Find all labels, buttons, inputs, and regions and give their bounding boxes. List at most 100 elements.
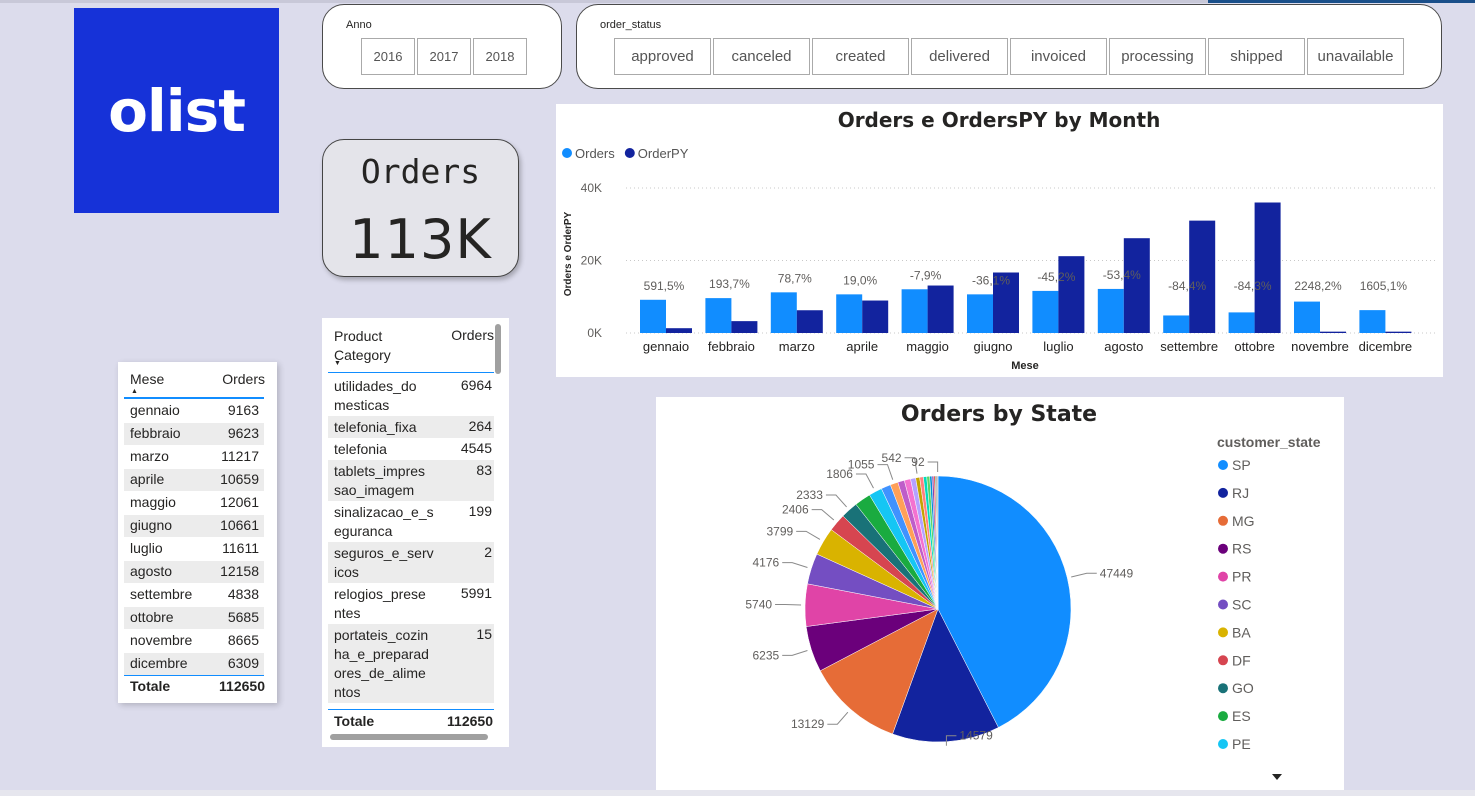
legend-label-RJ[interactable]: RJ xyxy=(1232,485,1249,501)
cell-mese: giugno xyxy=(130,517,173,533)
cell-category-line: tablets_impres xyxy=(334,463,426,479)
anno-option-2017[interactable]: 2017 xyxy=(417,38,471,75)
status-option-shipped[interactable]: shipped xyxy=(1208,38,1305,75)
header-divider xyxy=(328,372,494,373)
vertical-scrollbar[interactable] xyxy=(495,324,501,374)
table-row[interactable]: ottobre 5685 xyxy=(124,607,264,629)
status-option-processing[interactable]: processing xyxy=(1109,38,1206,75)
pie-leader-line xyxy=(825,494,847,508)
status-option-approved[interactable]: approved xyxy=(614,38,711,75)
bar-OrderPY-luglio[interactable] xyxy=(1058,256,1085,333)
legend-label-MG[interactable]: MG xyxy=(1232,513,1255,529)
pie-data-label: 5740 xyxy=(745,598,772,612)
legend-marker-BA xyxy=(1218,627,1228,638)
legend-label-DF[interactable]: DF xyxy=(1232,652,1251,668)
category-table-header[interactable]: Product Category Orders xyxy=(334,327,494,363)
cell-orders: 10659 xyxy=(220,471,259,487)
horizontal-scrollbar[interactable] xyxy=(330,734,488,740)
table-row[interactable]: aprile 10659 xyxy=(124,469,264,491)
sort-descending-icon[interactable]: ▼ xyxy=(334,360,341,367)
bar-OrderPY-marzo[interactable] xyxy=(796,310,823,333)
bar-Orders-agosto[interactable] xyxy=(1097,288,1124,333)
month-orders-table[interactable]: Mese Orders ▲ gennaio 9163 febbraio 9623 marzo 1… xyxy=(118,362,277,703)
cell-mese: maggio xyxy=(130,494,176,510)
table-row[interactable]: marzo 11217 xyxy=(124,446,264,468)
legend-label-Orders[interactable]: Orders xyxy=(575,146,615,161)
table-row[interactable]: settembre 4838 xyxy=(124,584,264,606)
cell-category-line: telefonia_fixa xyxy=(334,419,417,435)
header-mese[interactable]: Mese xyxy=(130,371,164,387)
bar-Orders-marzo[interactable] xyxy=(770,292,797,333)
legend-label-ES[interactable]: ES xyxy=(1232,708,1251,724)
table-row[interactable]: dicembre 6309 xyxy=(124,653,264,675)
product-category-table[interactable]: Product Category Orders ▼ utilidades_do mest… xyxy=(322,318,509,747)
sort-ascending-icon[interactable]: ▲ xyxy=(131,388,138,395)
legend-label-SC[interactable]: SC xyxy=(1232,597,1251,613)
status-option-invoiced[interactable]: invoiced xyxy=(1010,38,1107,75)
table-row[interactable]: relogios_prese ntes 5991 xyxy=(328,583,494,624)
bar-Orders-giugno[interactable] xyxy=(967,294,993,333)
legend-marker-RJ xyxy=(1218,487,1228,498)
header-product-category[interactable]: Product Category xyxy=(334,327,404,365)
bar-OrderPY-dicembre[interactable] xyxy=(1385,331,1412,333)
bar-Orders-settembre[interactable] xyxy=(1163,315,1190,333)
bar-Orders-luglio[interactable] xyxy=(1032,290,1059,333)
legend-label-BA[interactable]: BA xyxy=(1232,624,1251,640)
status-option-created[interactable]: created xyxy=(812,38,909,75)
bar-OrderPY-ottobre[interactable] xyxy=(1254,202,1281,334)
orders-by-state-chart[interactable]: Orders by State 47449 14579 13129 6235 5740 41… xyxy=(656,397,1344,790)
bar-Orders-maggio[interactable] xyxy=(901,289,928,333)
legend-label-RS[interactable]: RS xyxy=(1232,541,1251,557)
bar-Orders-gennaio[interactable] xyxy=(640,299,666,333)
orders-by-month-chart[interactable]: Orders e OrdersPY by Month Orders OrderPY 0… xyxy=(556,104,1443,377)
legend-label-PE[interactable]: PE xyxy=(1232,736,1251,752)
bar-OrderPY-febbraio[interactable] xyxy=(731,321,758,333)
table-row[interactable]: utilidades_do mesticas 6964 xyxy=(328,375,494,416)
bar-OrderPY-maggio[interactable] xyxy=(927,285,954,333)
cell-mese: gennaio xyxy=(130,402,180,418)
bar-OrderPY-aprile[interactable] xyxy=(862,300,889,333)
header-orders[interactable]: Orders xyxy=(222,371,265,387)
legend-label-PR[interactable]: PR xyxy=(1232,569,1251,585)
anno-option-2016[interactable]: 2016 xyxy=(361,38,415,75)
bar-Orders-aprile[interactable] xyxy=(836,294,863,333)
status-option-unavailable[interactable]: unavailable xyxy=(1307,38,1404,75)
bar-Orders-novembre[interactable] xyxy=(1294,301,1320,333)
anno-option-2018[interactable]: 2018 xyxy=(473,38,527,75)
bar-OrderPY-novembre[interactable] xyxy=(1320,331,1346,333)
legend-label-GO[interactable]: GO xyxy=(1232,680,1254,696)
table-row[interactable]: portateis_cozin ha_e_preparad ores_de_alim… xyxy=(328,624,494,703)
status-option-canceled[interactable]: canceled xyxy=(713,38,810,75)
legend-label-SP[interactable]: SP xyxy=(1232,457,1251,473)
data-label: -84,4% xyxy=(1168,279,1206,293)
status-option-delivered[interactable]: delivered xyxy=(911,38,1008,75)
month-table-header[interactable]: Mese Orders xyxy=(130,371,265,387)
order-status-slicer: order_status approved canceled created deli… xyxy=(576,4,1442,89)
table-row[interactable]: giugno 10661 xyxy=(124,515,264,537)
table-row[interactable]: telefonia_fixa 264 xyxy=(328,416,494,438)
legend-scroll-down-icon[interactable] xyxy=(1272,774,1282,780)
table-row[interactable]: novembre 8665 xyxy=(124,630,264,652)
orders-kpi-card[interactable]: Orders 113K xyxy=(322,139,519,277)
bar-OrderPY-agosto[interactable] xyxy=(1123,238,1150,333)
bar-Orders-ottobre[interactable] xyxy=(1228,312,1255,333)
table-row[interactable]: luglio 11611 xyxy=(124,538,264,560)
header-orders[interactable]: Orders xyxy=(451,327,494,343)
table-row[interactable]: maggio 12061 xyxy=(124,492,264,514)
table-row[interactable]: telefonia 4545 xyxy=(328,438,494,460)
data-label: 1605,1% xyxy=(1360,279,1408,293)
table-row[interactable]: sinalizacao_e_s eguranca 199 xyxy=(328,501,494,542)
table-row[interactable]: agosto 12158 xyxy=(124,561,264,583)
table-row[interactable]: tablets_impres sao_imagem 83 xyxy=(328,460,494,501)
table-row[interactable]: gennaio 9163 xyxy=(124,400,264,422)
bar-OrderPY-gennaio[interactable] xyxy=(666,328,692,333)
bar-Orders-dicembre[interactable] xyxy=(1359,310,1386,333)
x-tick-label: aprile xyxy=(846,339,878,354)
table-row[interactable]: seguros_e_serv icos 2 xyxy=(328,542,494,583)
bar-Orders-febbraio[interactable] xyxy=(705,298,732,333)
bar-OrderPY-settembre[interactable] xyxy=(1189,220,1216,333)
legend-label-OrderPY[interactable]: OrderPY xyxy=(638,146,689,161)
legend-title: customer_state xyxy=(1217,434,1321,450)
table-row[interactable]: febbraio 9623 xyxy=(124,423,264,445)
cell-orders: 11611 xyxy=(222,540,259,556)
